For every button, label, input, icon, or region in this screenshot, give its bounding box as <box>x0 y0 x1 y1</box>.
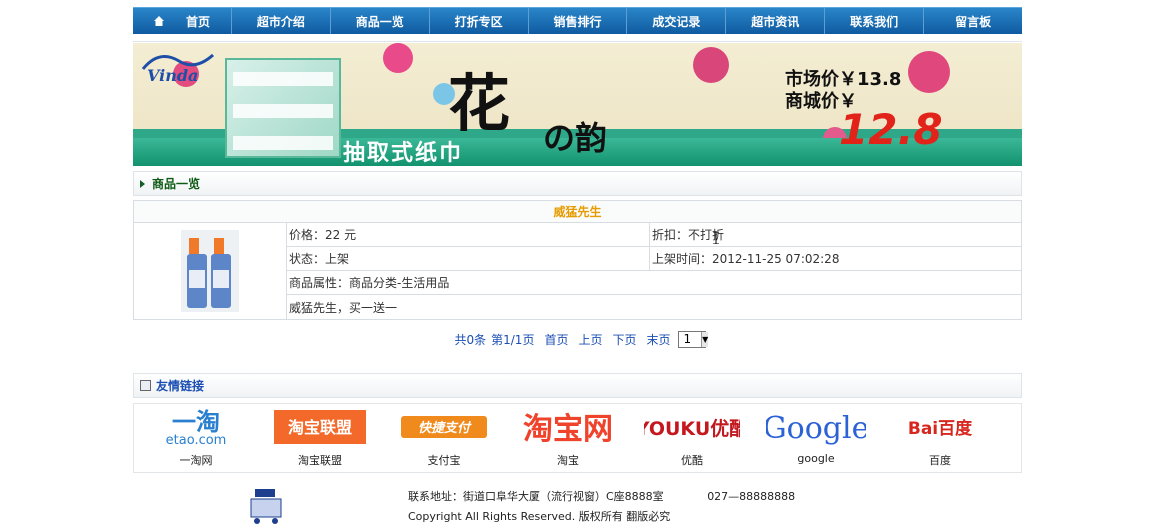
link-section-icon <box>140 380 151 391</box>
link-label: 支付宝 <box>427 454 461 467</box>
page-select-value: 1 <box>683 332 692 346</box>
spray-bottle-image[interactable] <box>181 230 239 312</box>
footer: 联系地址：街道口阜华大厦（流行视窗）C座8888室 027—88888888 C… <box>133 481 1022 526</box>
product-image-cell <box>134 223 287 319</box>
dropdown-arrow-icon[interactable]: ▼ <box>701 331 709 347</box>
footer-address: 联系地址：街道口阜华大厦（流行视窗）C座8888室 <box>408 490 664 503</box>
product-table: 威猛先生 价格：22 元 折扣：不打折 状态：上架 上架时间：2012-11-2… <box>133 200 1022 320</box>
nav-products[interactable]: 商品一览 <box>331 8 430 34</box>
product-name[interactable]: 威猛先生 <box>134 201 1021 223</box>
footer-phone: 027—88888888 <box>707 490 796 503</box>
text-cursor-icon <box>713 231 719 245</box>
taobao-union-logo: 淘宝联盟 <box>274 408 366 446</box>
svg-text:快捷支付: 快捷支付 <box>418 420 472 436</box>
tissue-product-image <box>225 58 341 158</box>
nav-ranking[interactable]: 销售排行 <box>529 8 628 34</box>
nav-guestbook[interactable]: 留言板 <box>924 8 1022 34</box>
product-description: 威猛先生，买一送一 <box>289 300 398 315</box>
nav-home-label: 首页 <box>185 14 210 29</box>
footer-copyright: Copyright All Rights Reserved. 版权所有 翻版必究 <box>408 510 671 523</box>
product-price: 价格：22 元 <box>287 223 650 246</box>
footer-text: 联系地址：街道口阜华大厦（流行视窗）C座8888室 027—88888888 C… <box>408 487 795 527</box>
google-logo: Google <box>766 408 866 446</box>
product-listed-time: 上架时间：2012-11-25 07:02:28 <box>652 252 840 266</box>
link-label: google <box>797 452 835 465</box>
link-taobao[interactable]: 淘宝网 淘宝 <box>506 404 630 468</box>
product-info: 价格：22 元 折扣：不打折 状态：上架 上架时间：2012-11-25 07:… <box>287 223 1021 319</box>
product-status: 状态：上架 <box>287 247 650 270</box>
link-label: 淘宝 <box>557 454 579 467</box>
product-row: 价格：22 元 折扣：不打折 状态：上架 上架时间：2012-11-25 07:… <box>134 223 1021 319</box>
section-header-products: 商品一览 <box>133 171 1022 196</box>
svg-text:YOUKU优酷: YOUKU优酷 <box>644 417 740 440</box>
link-label: 一淘网 <box>179 454 213 467</box>
banner-calligraphy: 花 <box>448 67 511 140</box>
nav-discount[interactable]: 打折专区 <box>430 8 529 34</box>
pager-last[interactable]: 末页 <box>647 331 671 348</box>
link-label: 淘宝联盟 <box>298 454 342 467</box>
pager-first[interactable]: 首页 <box>544 331 568 348</box>
promo-banner[interactable]: Vinda 花 の韵 抽取式纸巾 市场价￥13.8 商城价￥ 12.8 <box>133 43 1022 166</box>
link-label: 优酷 <box>681 454 703 467</box>
alipay-logo: 快捷支付 <box>401 408 487 446</box>
main-nav: 首页 超市介绍 商品一览 打折专区 销售排行 成交记录 超市资讯 联系我们 留言… <box>133 7 1022 34</box>
svg-text:淘宝网: 淘宝网 <box>523 412 613 446</box>
friend-links: 一淘 etao.com 一淘网 淘宝联盟 淘宝联盟 快捷支付 支付宝 淘宝网 淘… <box>133 403 1022 473</box>
home-icon <box>153 16 164 26</box>
flower-decoration <box>693 47 729 83</box>
nav-home[interactable]: 首页 <box>133 8 232 34</box>
pagination: 共0条 第1/1页 首页 上页 下页 末页 1 ▼ <box>133 329 1022 349</box>
svg-text:淘宝联盟: 淘宝联盟 <box>288 418 352 437</box>
link-taobao-union[interactable]: 淘宝联盟 淘宝联盟 <box>258 404 382 468</box>
svg-text:etao.com: etao.com <box>166 433 227 446</box>
store-cart-logo <box>245 485 289 525</box>
youku-logo: YOUKU优酷 <box>644 408 740 446</box>
vinda-brand-text: Vinda <box>147 66 198 83</box>
section-title: 商品一览 <box>152 177 201 191</box>
page-wrapper: 首页 超市介绍 商品一览 打折专区 销售排行 成交记录 超市资讯 联系我们 留言… <box>133 7 1022 526</box>
baidu-logo: Bai百度 <box>895 408 985 446</box>
section-header-links: 友情链接 <box>133 373 1022 398</box>
nav-spacer <box>133 34 1022 42</box>
nav-contact[interactable]: 联系我们 <box>825 8 925 34</box>
svg-text:Google: Google <box>766 411 866 446</box>
pager-page-info: 第1/1页 <box>491 332 535 347</box>
flower-decoration <box>908 51 950 93</box>
link-google[interactable]: Google google <box>754 404 878 465</box>
nav-orders[interactable]: 成交记录 <box>627 8 727 34</box>
pager-prev[interactable]: 上页 <box>578 331 602 348</box>
svg-text:一淘: 一淘 <box>172 408 220 436</box>
pager-next[interactable]: 下页 <box>612 331 636 348</box>
link-baidu[interactable]: Bai百度 百度 <box>878 404 1002 468</box>
banner-subtitle: 抽取式纸巾 <box>343 141 464 166</box>
product-discount: 折扣：不打折 <box>652 228 725 242</box>
link-etao[interactable]: 一淘 etao.com 一淘网 <box>134 404 258 468</box>
pager-total: 共0条 <box>454 332 487 347</box>
flower-decoration <box>383 43 413 73</box>
svg-text:Bai百度: Bai百度 <box>908 418 973 439</box>
link-alipay[interactable]: 快捷支付 支付宝 <box>382 404 506 468</box>
taobao-logo: 淘宝网 <box>519 408 617 446</box>
nav-news[interactable]: 超市资讯 <box>726 8 826 34</box>
banner-mall-price: 12.8 <box>839 105 943 154</box>
page-select[interactable]: 1 ▼ <box>677 330 709 348</box>
etao-logo: 一淘 etao.com <box>148 408 244 446</box>
link-youku[interactable]: YOUKU优酷 优酷 <box>630 404 754 468</box>
vinda-logo: Vinda <box>139 47 217 85</box>
link-label: 百度 <box>929 454 951 467</box>
section-title: 友情链接 <box>156 379 205 393</box>
banner-calligraphy-secondary: の韵 <box>543 119 608 157</box>
product-attribute: 商品属性：商品分类-生活用品 <box>289 276 450 290</box>
nav-about[interactable]: 超市介绍 <box>232 8 331 34</box>
triangle-arrow-icon <box>140 179 145 188</box>
